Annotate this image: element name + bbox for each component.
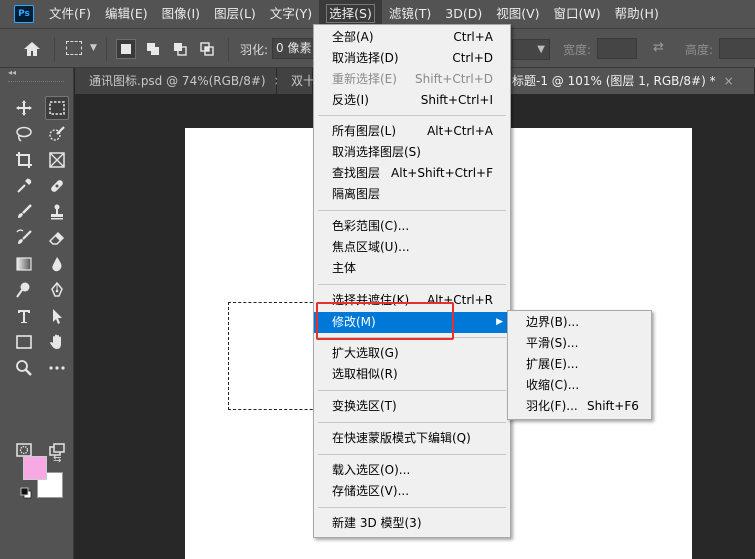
intersect-selection-mode-icon[interactable]	[197, 39, 217, 59]
height-label: 高度:	[685, 43, 714, 57]
submenu-arrow-icon: ▶	[496, 317, 503, 327]
healing-brush-tool-icon[interactable]	[45, 174, 69, 198]
menu-separator	[318, 507, 506, 508]
submenu-item-border[interactable]: 边界(B)...	[508, 312, 651, 333]
menu-item-new-3d-model[interactable]: 新建 3D 模型(3)	[314, 513, 510, 534]
modify-submenu: 边界(B)... 平滑(S)... 扩展(E)... 收缩(C)... 羽化(F…	[507, 310, 652, 420]
history-brush-tool-icon[interactable]	[12, 226, 36, 250]
crop-tool-icon[interactable]	[12, 148, 36, 172]
menu-item-deselect-layers[interactable]: 取消选择图层(S)	[314, 142, 510, 163]
menu-item-focus-area[interactable]: 焦点区域(U)...	[314, 237, 510, 258]
blur-tool-icon[interactable]	[45, 252, 69, 276]
lasso-tool-icon[interactable]	[12, 122, 36, 146]
brush-tool-icon[interactable]	[12, 200, 36, 224]
menu-image[interactable]: 图像(I)	[155, 0, 207, 28]
new-selection-mode-icon[interactable]	[116, 39, 136, 59]
menu-item-quick-mask[interactable]: 在快速蒙版模式下编辑(Q)	[314, 428, 510, 449]
submenu-item-expand[interactable]: 扩展(E)...	[508, 354, 651, 375]
menu-item-select-all[interactable]: 全部(A) Ctrl+A	[314, 27, 510, 48]
type-tool-icon[interactable]	[12, 304, 36, 328]
menu-item-reselect: 重新选择(E) Shift+Ctrl+D	[332, 72, 493, 86]
menu-separator	[318, 115, 506, 116]
eyedropper-tool-icon[interactable]	[12, 174, 36, 198]
collapse-panel-icon[interactable]: ◂◂	[8, 68, 16, 77]
zoom-tool-icon[interactable]	[12, 356, 36, 380]
feather-input[interactable]: 0 像素	[272, 38, 314, 59]
style-select[interactable]: ▼	[512, 39, 550, 60]
menu-separator	[318, 454, 506, 455]
tab-document-2[interactable]: 双十	[277, 68, 316, 94]
frame-tool-icon[interactable]	[45, 148, 69, 172]
eraser-tool-icon[interactable]	[45, 226, 69, 250]
menu-item-similar[interactable]: 选取相似(R)	[314, 364, 510, 385]
menu-item-color-range[interactable]: 色彩范围(C)...	[314, 216, 510, 237]
tab-label: 双十	[291, 74, 316, 88]
menu-item-select-and-mask[interactable]: 选择并遮住(K)... Alt+Ctrl+R	[314, 290, 510, 311]
menu-window[interactable]: 窗口(W)	[547, 0, 608, 28]
options-divider	[228, 37, 229, 61]
menu-separator	[318, 390, 506, 391]
submenu-item-feather[interactable]: 羽化(F)... Shift+F6	[508, 396, 651, 417]
menu-item-isolate-layers[interactable]: 隔离图层	[314, 184, 510, 205]
menu-item-load-selection[interactable]: 载入选区(O)...	[314, 460, 510, 481]
home-icon[interactable]	[22, 39, 42, 59]
menu-item-find-layers[interactable]: 查找图层 Alt+Shift+Ctrl+F	[314, 163, 510, 184]
close-icon[interactable]: ×	[724, 74, 734, 88]
menu-layer[interactable]: 图层(L)	[207, 0, 263, 28]
width-label: 宽度:	[563, 43, 592, 57]
rectangle-tool-icon[interactable]	[12, 330, 36, 354]
pen-tool-icon[interactable]	[45, 278, 69, 302]
hand-tool-icon[interactable]	[45, 330, 69, 354]
options-divider	[106, 37, 107, 61]
options-divider	[54, 37, 55, 61]
move-tool-icon[interactable]	[12, 96, 36, 120]
menu-item-inverse[interactable]: 反选(I) Shift+Ctrl+I	[314, 90, 510, 111]
menu-edit[interactable]: 编辑(E)	[98, 0, 155, 28]
menu-help[interactable]: 帮助(H)	[608, 0, 666, 28]
menu-item-all-layers[interactable]: 所有图层(L) Alt+Ctrl+A	[314, 121, 510, 142]
default-colors-icon[interactable]	[20, 487, 32, 499]
dodge-tool-icon[interactable]	[12, 278, 36, 302]
more-tools-icon[interactable]	[45, 356, 69, 380]
chevron-down-icon[interactable]: ▼	[90, 43, 97, 53]
menu-separator	[318, 422, 506, 423]
menu-item-transform-selection[interactable]: 变换选区(T)	[314, 396, 510, 417]
add-selection-mode-icon[interactable]	[143, 39, 163, 59]
tab-document-1[interactable]: 通讯图标.psd @ 74%(RGB/8#)×	[75, 68, 284, 94]
submenu-item-contract[interactable]: 收缩(C)...	[508, 375, 651, 396]
panel-grip[interactable]	[8, 81, 64, 83]
select-menu-dropdown: 全部(A) Ctrl+A 取消选择(D) Ctrl+D 重新选择(E) Shift+C…	[313, 24, 511, 538]
rect-marquee-preset-icon[interactable]	[66, 41, 82, 55]
menu-file[interactable]: 文件(F)	[42, 0, 98, 28]
tab-label: 标题-1 @ 101% (图层 1, RGB/8#) *	[512, 74, 716, 88]
clone-stamp-tool-icon[interactable]	[45, 200, 69, 224]
menu-separator	[318, 284, 506, 285]
feather-label: 羽化:	[240, 43, 269, 57]
menu-separator	[318, 210, 506, 211]
rect-marquee-tool-icon[interactable]	[45, 96, 69, 120]
menu-item-deselect[interactable]: 取消选择(D) Ctrl+D	[314, 48, 510, 69]
tab-label: 通讯图标.psd @ 74%(RGB/8#)	[89, 74, 266, 88]
path-selection-tool-icon[interactable]	[45, 304, 69, 328]
quick-selection-tool-icon[interactable]	[45, 122, 69, 146]
width-input[interactable]	[597, 38, 637, 59]
menu-item-save-selection[interactable]: 存储选区(V)...	[314, 481, 510, 502]
height-input[interactable]	[719, 38, 755, 59]
menu-type[interactable]: 文字(Y)	[263, 0, 319, 28]
foreground-color-swatch[interactable]	[23, 456, 47, 480]
photoshop-logo: Ps	[14, 5, 34, 23]
menu-item-grow[interactable]: 扩大选取(G)	[314, 343, 510, 364]
subtract-selection-mode-icon[interactable]	[170, 39, 190, 59]
gradient-tool-icon[interactable]	[12, 252, 36, 276]
swap-dimensions-icon[interactable]: ⇄	[653, 40, 664, 55]
screen-mode-icon[interactable]	[45, 438, 69, 462]
menu-select-label: 选择(S)	[326, 4, 375, 23]
menu-separator	[318, 337, 506, 338]
menu-item-subject[interactable]: 主体	[314, 258, 510, 279]
tools-panel: ◂◂ ⇆	[0, 68, 74, 559]
menu-item-modify[interactable]: 修改(M) ▶	[314, 312, 510, 333]
submenu-item-smooth[interactable]: 平滑(S)...	[508, 333, 651, 354]
